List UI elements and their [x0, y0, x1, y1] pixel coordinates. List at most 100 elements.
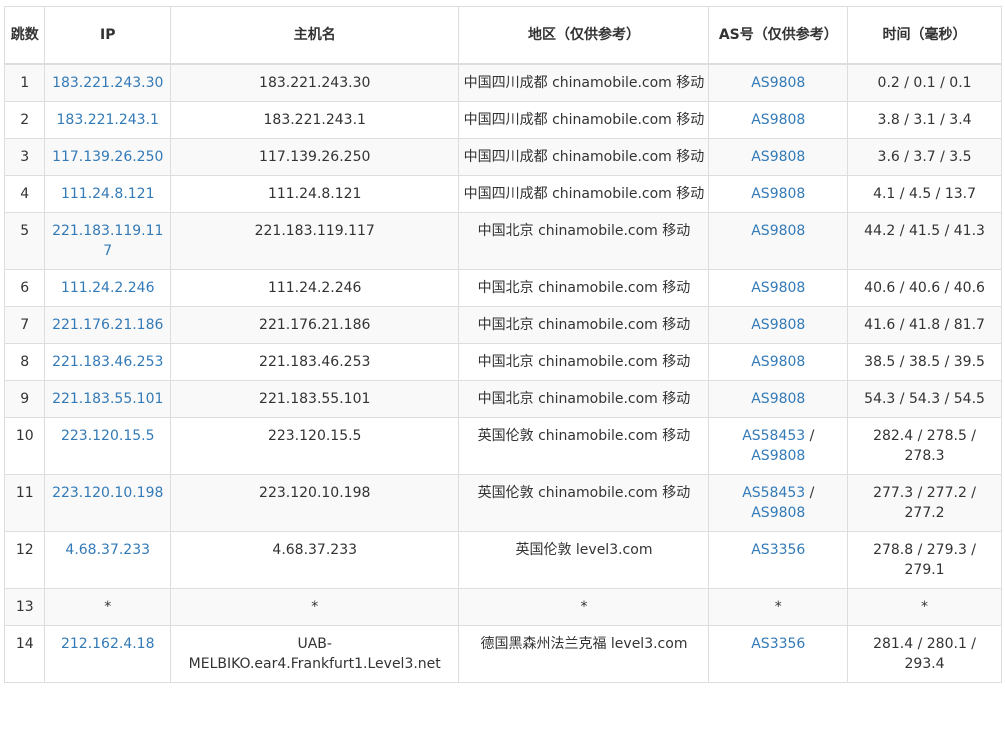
hop-cell: 1 [3, 63, 46, 102]
as-link[interactable]: AS9808 [751, 223, 805, 239]
table-row: 14 212.162.4.18 UAB-MELBIKO.ear4.Frankfurt… [3, 625, 1002, 683]
region-cell: 英国伦敦 chinamobile.com 移动 [458, 417, 710, 475]
ip-cell: 111.24.2.246 [44, 269, 171, 307]
table-row: 12 4.68.37.233 4.68.37.233 英国伦敦 level3.com A… [3, 531, 1002, 589]
hostname-cell: UAB-MELBIKO.ear4.Frankfurt1.Level3.net [169, 625, 460, 683]
table-row: 6 111.24.2.246 111.24.2.246 中国北京 chinamobil… [3, 269, 1002, 307]
time-cell: 41.6 / 41.8 / 81.7 [847, 306, 1002, 344]
time-cell: 54.3 / 54.3 / 54.5 [847, 380, 1002, 418]
region-cell: * [458, 588, 710, 626]
as-cell: AS9808 [708, 269, 849, 307]
as-link[interactable]: AS58453 [742, 428, 805, 444]
traceroute-table: 跳数 IP 主机名 地区（仅供参考） AS号（仅供参考） 时间（毫秒） 1 183… [3, 6, 1002, 683]
time-cell: 282.4 / 278.5 / 278.3 [847, 417, 1002, 475]
hop-cell: 14 [3, 625, 46, 683]
time-cell: 3.8 / 3.1 / 3.4 [847, 101, 1002, 139]
ip-link[interactable]: 223.120.15.5 [61, 428, 155, 444]
ip-cell: * [44, 588, 171, 626]
as-cell: AS9808 [708, 343, 849, 381]
ip-link[interactable]: 212.162.4.18 [61, 636, 155, 652]
ip-cell: 183.221.243.30 [44, 63, 171, 102]
region-cell: 中国北京 chinamobile.com 移动 [458, 380, 710, 418]
as-link[interactable]: AS9808 [751, 280, 805, 296]
ip-cell: 4.68.37.233 [44, 531, 171, 589]
as-link[interactable]: AS9808 [751, 317, 805, 333]
as-cell: AS9808 [708, 175, 849, 213]
as-cell: AS9808 [708, 380, 849, 418]
ip-link[interactable]: 221.183.46.253 [52, 354, 163, 370]
ip-link[interactable]: 183.221.243.30 [52, 75, 163, 91]
hostname-cell: 223.120.10.198 [169, 474, 460, 532]
as-link[interactable]: AS9808 [751, 186, 805, 202]
hostname-cell: 221.183.119.117 [169, 212, 460, 270]
time-cell: 278.8 / 279.3 / 279.1 [847, 531, 1002, 589]
hop-cell: 6 [3, 269, 46, 307]
as-cell: AS58453 / AS9808 [708, 417, 849, 475]
region-cell: 中国四川成都 chinamobile.com 移动 [458, 63, 710, 102]
ip-link[interactable]: 4.68.37.233 [65, 542, 150, 558]
as-link[interactable]: AS9808 [751, 505, 805, 521]
hostname-cell: 221.183.46.253 [169, 343, 460, 381]
header-row: 跳数 IP 主机名 地区（仅供参考） AS号（仅供参考） 时间（毫秒） [3, 6, 1002, 65]
header-as: AS号（仅供参考） [708, 6, 849, 65]
as-cell: AS9808 [708, 306, 849, 344]
as-cell: AS3356 [708, 531, 849, 589]
hop-cell: 9 [3, 380, 46, 418]
as-cell: AS58453 / AS9808 [708, 474, 849, 532]
header-hop: 跳数 [3, 6, 46, 65]
ip-link[interactable]: 117.139.26.250 [52, 149, 163, 165]
region-cell: 中国北京 chinamobile.com 移动 [458, 269, 710, 307]
ip-link[interactable]: 223.120.10.198 [52, 485, 163, 501]
time-cell: 0.2 / 0.1 / 0.1 [847, 63, 1002, 102]
region-cell: 英国伦敦 level3.com [458, 531, 710, 589]
hostname-cell: 183.221.243.30 [169, 63, 460, 102]
ip-cell: 111.24.8.121 [44, 175, 171, 213]
ip-link[interactable]: 183.221.243.1 [57, 112, 159, 128]
as-cell: AS9808 [708, 212, 849, 270]
ip-cell: 221.176.21.186 [44, 306, 171, 344]
as-link[interactable]: AS9808 [751, 75, 805, 91]
region-cell: 中国北京 chinamobile.com 移动 [458, 306, 710, 344]
table-row: 1 183.221.243.30 183.221.243.30 中国四川成都 chin… [3, 63, 1002, 102]
as-cell: AS9808 [708, 63, 849, 102]
as-cell: AS9808 [708, 138, 849, 176]
ip-cell: 117.139.26.250 [44, 138, 171, 176]
hostname-cell: 111.24.2.246 [169, 269, 460, 307]
ip-link[interactable]: 221.183.55.101 [52, 391, 163, 407]
as-link[interactable]: AS9808 [751, 448, 805, 464]
hop-cell: 8 [3, 343, 46, 381]
as-link[interactable]: AS58453 [742, 485, 805, 501]
ip-cell: 221.183.119.117 [44, 212, 171, 270]
header-hostname: 主机名 [169, 6, 460, 65]
ip-link[interactable]: 111.24.2.246 [61, 280, 155, 296]
ip-cell: 221.183.46.253 [44, 343, 171, 381]
time-cell: 3.6 / 3.7 / 3.5 [847, 138, 1002, 176]
table-row: 9 221.183.55.101 221.183.55.101 中国北京 chinam… [3, 380, 1002, 418]
hop-cell: 5 [3, 212, 46, 270]
hop-cell: 7 [3, 306, 46, 344]
as-link[interactable]: AS3356 [751, 636, 805, 652]
ip-cell: 223.120.15.5 [44, 417, 171, 475]
as-link[interactable]: AS9808 [751, 149, 805, 165]
as-cell: AS9808 [708, 101, 849, 139]
hostname-cell: 4.68.37.233 [169, 531, 460, 589]
as-link[interactable]: AS9808 [751, 112, 805, 128]
as-link[interactable]: AS9808 [751, 391, 805, 407]
as-link[interactable]: AS9808 [751, 354, 805, 370]
hostname-cell: 183.221.243.1 [169, 101, 460, 139]
hop-cell: 11 [3, 474, 46, 532]
hop-cell: 2 [3, 101, 46, 139]
region-cell: 英国伦敦 chinamobile.com 移动 [458, 474, 710, 532]
ip-cell: 221.183.55.101 [44, 380, 171, 418]
time-cell: 281.4 / 280.1 / 293.4 [847, 625, 1002, 683]
ip-link[interactable]: 221.176.21.186 [52, 317, 163, 333]
hostname-cell: 221.176.21.186 [169, 306, 460, 344]
ip-cell: 183.221.243.1 [44, 101, 171, 139]
table-row: 5 221.183.119.117 221.183.119.117 中国北京 chin… [3, 212, 1002, 270]
region-cell: 中国北京 chinamobile.com 移动 [458, 212, 710, 270]
as-link[interactable]: AS3356 [751, 542, 805, 558]
hostname-cell: 221.183.55.101 [169, 380, 460, 418]
ip-link[interactable]: 111.24.8.121 [61, 186, 155, 202]
hostname-cell: 111.24.8.121 [169, 175, 460, 213]
ip-link[interactable]: 221.183.119.117 [52, 223, 163, 259]
